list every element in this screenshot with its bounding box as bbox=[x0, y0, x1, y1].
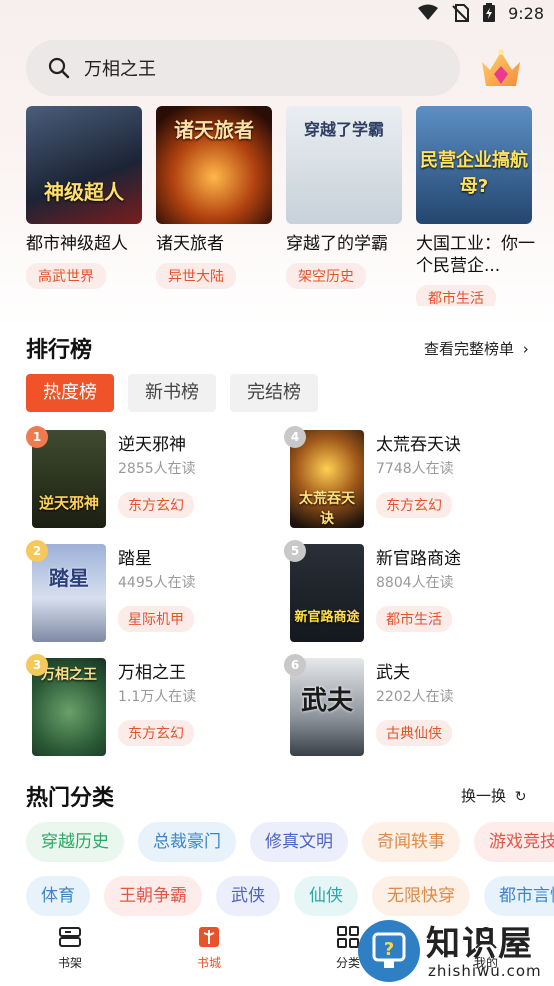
book-tag: 都市生活 bbox=[416, 285, 496, 306]
category-chip[interactable]: 都市言情 bbox=[484, 876, 554, 916]
book-tag: 高武世界 bbox=[26, 263, 106, 289]
category-chip[interactable]: 游戏竞技 bbox=[474, 822, 554, 862]
refresh-icon: ↻ bbox=[514, 789, 527, 805]
category-chip[interactable]: 仙侠 bbox=[294, 876, 358, 916]
rank-book-title: 踏星 bbox=[118, 549, 152, 569]
watermark-url: zhishiwu.com bbox=[428, 962, 542, 980]
rank-book-title: 万相之王 bbox=[118, 663, 186, 683]
rank-item[interactable]: 逆天邪神 1 逆天邪神 2855人在读 东方玄幻 bbox=[26, 426, 276, 530]
featured-books: 神级超人 都市神级超人 高武世界 诸天旅者 诸天旅者 异世大陆 穿越了学霸 穿越… bbox=[26, 106, 554, 306]
book-cover: 穿越了学霸 bbox=[286, 106, 402, 224]
gift-crown-icon[interactable] bbox=[476, 44, 526, 92]
category-chip[interactable]: 修真文明 bbox=[250, 822, 348, 862]
watermark: ? 知识屋 zhishiwu.com bbox=[352, 912, 554, 986]
rank-book-title: 新官路商途 bbox=[376, 549, 461, 569]
rank-item[interactable]: 新官路商途 5 新官路商途 8804人在读 都市生活 bbox=[284, 540, 534, 644]
tab-hot[interactable]: 热度榜 bbox=[26, 374, 114, 412]
chevron-right-icon: › bbox=[522, 340, 529, 358]
book-title: 都市神级超人 bbox=[26, 234, 128, 254]
book-title: 诸天旅者 bbox=[156, 234, 224, 254]
nav-store[interactable]: 书城 bbox=[179, 924, 239, 971]
category-chip[interactable]: 奇闻轶事 bbox=[362, 822, 460, 862]
ranking-more-link[interactable]: 查看完整榜单 › bbox=[424, 338, 529, 359]
category-chip[interactable]: 体育 bbox=[26, 876, 90, 916]
rank-badge: 5 bbox=[284, 540, 306, 562]
nav-store-label: 书城 bbox=[196, 956, 221, 970]
category-chip[interactable]: 总裁豪门 bbox=[138, 822, 236, 862]
nav-shelf[interactable]: 书架 bbox=[40, 924, 100, 971]
search-bar[interactable]: 万相之王 bbox=[26, 40, 460, 96]
featured-book[interactable]: 民营企业搞航母? 大国工业：你一个民营企... 都市生活 bbox=[416, 106, 535, 306]
rank-readers: 7748人在读 bbox=[376, 461, 454, 477]
ranking-more-label: 查看完整榜单 bbox=[424, 340, 515, 358]
rank-badge: 6 bbox=[284, 654, 306, 676]
rank-tag: 古典仙侠 bbox=[376, 720, 452, 746]
wifi-icon bbox=[418, 4, 439, 20]
status-time: 9:28 bbox=[508, 3, 544, 23]
book-cover: 民营企业搞航母? bbox=[416, 106, 532, 224]
rank-badge: 2 bbox=[26, 540, 48, 562]
rank-readers: 2855人在读 bbox=[118, 461, 196, 477]
rank-item[interactable]: 踏星 2 踏星 4495人在读 星际机甲 bbox=[26, 540, 276, 644]
rank-book-title: 太荒吞天诀 bbox=[376, 435, 461, 455]
rank-item[interactable]: 太荒吞天诀 4 太荒吞天诀 7748人在读 东方玄幻 bbox=[284, 426, 534, 530]
refresh-label: 换一换 bbox=[461, 787, 507, 805]
ranking-tabs: 热度榜 新书榜 完结榜 bbox=[26, 374, 318, 412]
book-cover: 诸天旅者 bbox=[156, 106, 272, 224]
rank-readers: 4495人在读 bbox=[118, 575, 196, 591]
rank-tag: 星际机甲 bbox=[118, 606, 194, 632]
svg-text:?: ? bbox=[384, 939, 394, 960]
tab-finished[interactable]: 完结榜 bbox=[230, 374, 318, 412]
rank-tag: 都市生活 bbox=[376, 606, 452, 632]
book-title: 穿越了的学霸 bbox=[286, 234, 388, 254]
book-tag: 异世大陆 bbox=[156, 263, 236, 289]
battery-icon bbox=[483, 3, 496, 22]
rank-tag: 东方玄幻 bbox=[118, 492, 194, 518]
rank-readers: 2202人在读 bbox=[376, 689, 454, 705]
tab-new[interactable]: 新书榜 bbox=[128, 374, 216, 412]
category-chip[interactable]: 穿越历史 bbox=[26, 822, 124, 862]
featured-book[interactable]: 穿越了学霸 穿越了的学霸 架空历史 bbox=[286, 106, 402, 289]
nav-shelf-label: 书架 bbox=[57, 956, 82, 970]
rank-readers: 1.1万人在读 bbox=[118, 689, 197, 705]
rank-badge: 1 bbox=[26, 426, 48, 448]
category-chip[interactable]: 王朝争霸 bbox=[104, 876, 202, 916]
book-store-icon bbox=[199, 927, 219, 947]
bookshelf-icon bbox=[59, 927, 81, 947]
rank-badge: 3 bbox=[26, 654, 48, 676]
search-query: 万相之王 bbox=[84, 59, 156, 80]
featured-book[interactable]: 神级超人 都市神级超人 高武世界 bbox=[26, 106, 142, 289]
refresh-categories-button[interactable]: 换一换 ↻ bbox=[461, 785, 527, 806]
category-chip[interactable]: 武侠 bbox=[216, 876, 280, 916]
rank-book-title: 武夫 bbox=[376, 663, 410, 683]
search-icon bbox=[48, 57, 70, 79]
featured-book[interactable]: 诸天旅者 诸天旅者 异世大陆 bbox=[156, 106, 272, 289]
rank-tag: 东方玄幻 bbox=[376, 492, 452, 518]
rank-book-title: 逆天邪神 bbox=[118, 435, 186, 455]
status-bar: 9:28 bbox=[0, 0, 554, 28]
book-cover: 神级超人 bbox=[26, 106, 142, 224]
category-row-1: 穿越历史 总裁豪门 修真文明 奇闻轶事 游戏竞技 bbox=[26, 822, 554, 864]
book-tag: 架空历史 bbox=[286, 263, 366, 289]
rank-readers: 8804人在读 bbox=[376, 575, 454, 591]
rank-item[interactable]: 万相之王 3 万相之王 1.1万人在读 东方玄幻 bbox=[26, 654, 276, 758]
watermark-cn: 知识屋 bbox=[426, 924, 534, 964]
watermark-logo: ? bbox=[358, 920, 420, 982]
rank-tag: 东方玄幻 bbox=[118, 720, 194, 746]
ranking-title: 排行榜 bbox=[26, 338, 93, 363]
rank-item[interactable]: 武夫 6 武夫 2202人在读 古典仙侠 bbox=[284, 654, 534, 758]
no-sim-icon bbox=[452, 4, 470, 22]
category-chip[interactable]: 无限快穿 bbox=[372, 876, 470, 916]
categories-title: 热门分类 bbox=[26, 786, 115, 811]
rank-badge: 4 bbox=[284, 426, 306, 448]
book-title: 大国工业：你一个民营企... bbox=[416, 234, 535, 276]
